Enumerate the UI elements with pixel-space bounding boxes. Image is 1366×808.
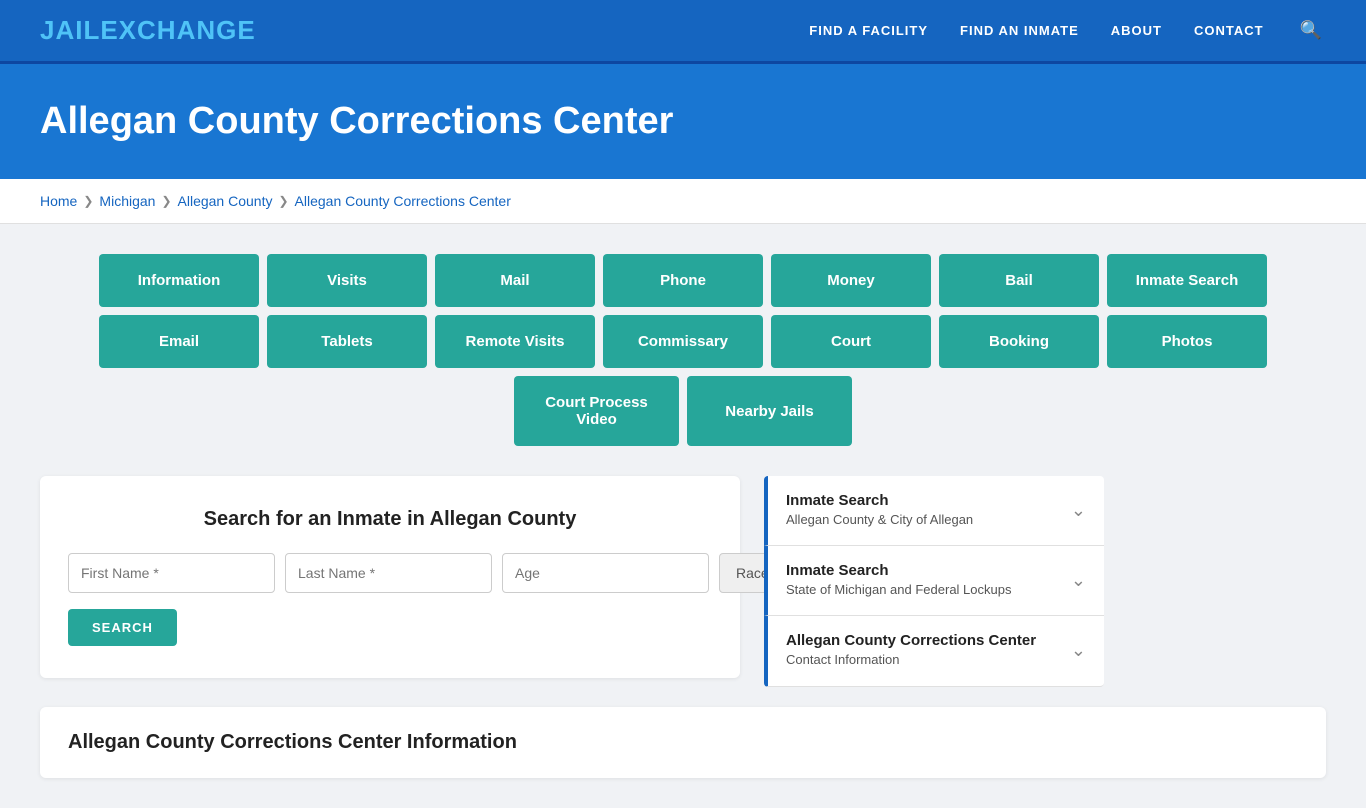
tile-mail[interactable]: Mail: [435, 254, 595, 307]
tiles-row-3: Court Process Video Nearby Jails: [40, 376, 1326, 446]
tile-remote-visits[interactable]: Remote Visits: [435, 315, 595, 368]
main-content: Information Visits Mail Phone Money Bail…: [0, 224, 1366, 808]
sidebar-item-state-text: Inmate Search State of Michigan and Fede…: [786, 562, 1011, 599]
tile-phone[interactable]: Phone: [603, 254, 763, 307]
chevron-down-icon-2: ⌄: [1071, 570, 1086, 591]
tile-commissary[interactable]: Commissary: [603, 315, 763, 368]
breadcrumb-current[interactable]: Allegan County Corrections Center: [295, 193, 511, 209]
sidebar-item-local-text: Inmate Search Allegan County & City of A…: [786, 492, 973, 529]
breadcrumb-home[interactable]: Home: [40, 193, 77, 209]
tile-court[interactable]: Court: [771, 315, 931, 368]
breadcrumb: Home ❯ Michigan ❯ Allegan County ❯ Alleg…: [0, 179, 1366, 224]
sidebar-item-local-title: Inmate Search: [786, 492, 973, 509]
sidebar-item-contact-info[interactable]: Allegan County Corrections Center Contac…: [764, 616, 1104, 686]
chevron-down-icon-1: ⌄: [1071, 500, 1086, 521]
sidebar-item-state-title: Inmate Search: [786, 562, 1011, 579]
sidebar-item-local-subtitle: Allegan County & City of Allegan: [786, 511, 973, 529]
bottom-title: Allegan County Corrections Center Inform…: [68, 731, 1298, 754]
chevron-down-icon-3: ⌄: [1071, 640, 1086, 661]
hero-banner: Allegan County Corrections Center: [0, 64, 1366, 179]
search-title: Search for an Inmate in Allegan County: [68, 508, 712, 531]
tiles-row-1: Information Visits Mail Phone Money Bail…: [40, 254, 1326, 307]
first-name-input[interactable]: [68, 553, 275, 593]
nav-contact[interactable]: CONTACT: [1194, 23, 1264, 38]
tile-visits[interactable]: Visits: [267, 254, 427, 307]
breadcrumb-sep-1: ❯: [83, 194, 93, 208]
sidebar-item-state-subtitle: State of Michigan and Federal Lockups: [786, 581, 1011, 599]
age-input[interactable]: [502, 553, 709, 593]
tile-information[interactable]: Information: [99, 254, 259, 307]
logo-exchange: EXCHANGE: [100, 15, 255, 45]
content-row: Search for an Inmate in Allegan County R…: [40, 476, 1326, 687]
header: JAILEXCHANGE FIND A FACILITY FIND AN INM…: [0, 0, 1366, 64]
sidebar: Inmate Search Allegan County & City of A…: [764, 476, 1104, 687]
breadcrumb-sep-3: ❯: [278, 194, 288, 208]
sidebar-item-state-search[interactable]: Inmate Search State of Michigan and Fede…: [764, 546, 1104, 616]
page-title: Allegan County Corrections Center: [40, 100, 1326, 143]
bottom-info-section: Allegan County Corrections Center Inform…: [40, 707, 1326, 778]
main-nav: FIND A FACILITY FIND AN INMATE ABOUT CON…: [809, 16, 1326, 45]
logo[interactable]: JAILEXCHANGE: [40, 15, 256, 46]
breadcrumb-michigan[interactable]: Michigan: [99, 193, 155, 209]
sidebar-item-local-search[interactable]: Inmate Search Allegan County & City of A…: [764, 476, 1104, 546]
tile-photos[interactable]: Photos: [1107, 315, 1267, 368]
last-name-input[interactable]: [285, 553, 492, 593]
breadcrumb-sep-2: ❯: [161, 194, 171, 208]
tiles-row-2: Email Tablets Remote Visits Commissary C…: [40, 315, 1326, 368]
tile-booking[interactable]: Booking: [939, 315, 1099, 368]
logo-jail: JAIL: [40, 15, 100, 45]
header-search-button[interactable]: 🔍: [1296, 16, 1326, 45]
tile-tablets[interactable]: Tablets: [267, 315, 427, 368]
tile-bail[interactable]: Bail: [939, 254, 1099, 307]
tile-nearby-jails[interactable]: Nearby Jails: [687, 376, 852, 446]
tile-money[interactable]: Money: [771, 254, 931, 307]
nav-about[interactable]: ABOUT: [1111, 23, 1162, 38]
inmate-search-box: Search for an Inmate in Allegan County R…: [40, 476, 740, 678]
tiles-grid: Information Visits Mail Phone Money Bail…: [40, 254, 1326, 446]
sidebar-item-contact-subtitle: Contact Information: [786, 651, 1036, 669]
sidebar-item-contact-title: Allegan County Corrections Center: [786, 632, 1036, 649]
sidebar-item-contact-text: Allegan County Corrections Center Contac…: [786, 632, 1036, 669]
search-button[interactable]: SEARCH: [68, 609, 177, 646]
nav-find-inmate[interactable]: FIND AN INMATE: [960, 23, 1079, 38]
tile-email[interactable]: Email: [99, 315, 259, 368]
tile-inmate-search[interactable]: Inmate Search: [1107, 254, 1267, 307]
search-fields: Race White Black Hispanic Asian Other: [68, 553, 712, 593]
tile-court-process-video[interactable]: Court Process Video: [514, 376, 679, 446]
breadcrumb-allegan-county[interactable]: Allegan County: [178, 193, 273, 209]
nav-find-facility[interactable]: FIND A FACILITY: [809, 23, 928, 38]
